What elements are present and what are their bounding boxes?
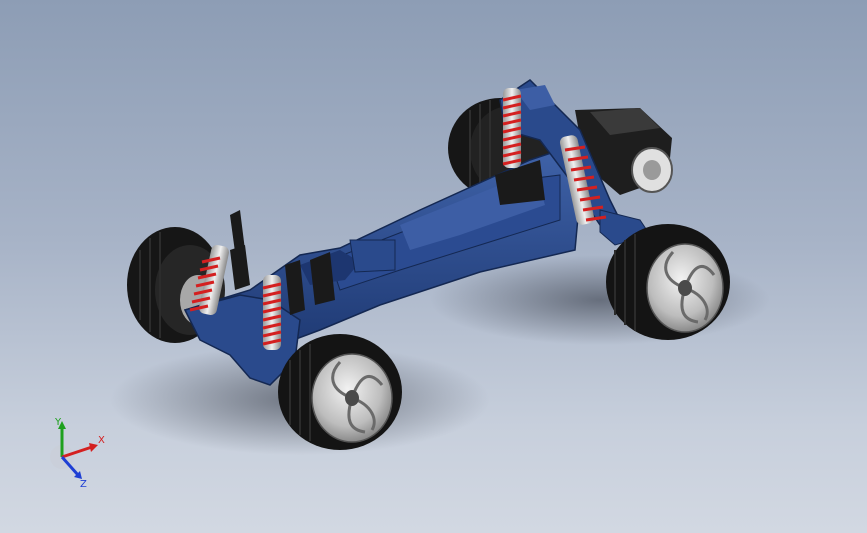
rc-car-chassis-model[interactable]	[0, 0, 867, 533]
3d-viewport[interactable]: Y X Z	[0, 0, 867, 533]
shock-rear-left[interactable]	[502, 88, 522, 168]
wheel-rear-left[interactable]	[606, 224, 730, 340]
shock-front-right[interactable]	[262, 275, 282, 350]
y-axis-label: Y	[54, 417, 62, 428]
wheel-front-right[interactable]	[278, 334, 402, 450]
z-axis-label: Z	[80, 479, 87, 490]
orientation-triad[interactable]: Y X Z	[40, 415, 120, 495]
x-axis-arrowhead	[89, 443, 98, 452]
x-axis-label: X	[98, 435, 105, 446]
